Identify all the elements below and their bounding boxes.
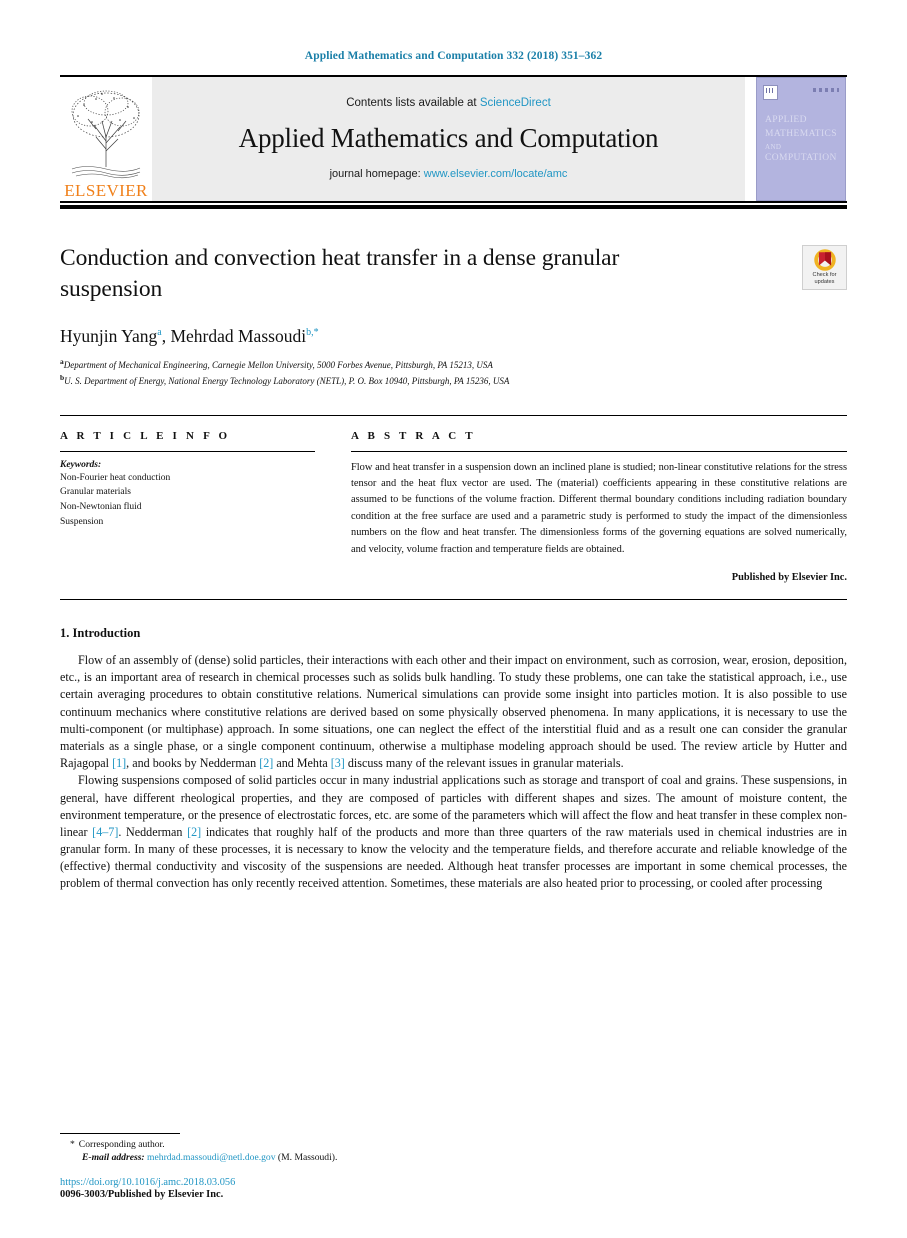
journal-masthead: ELSEVIER Contents lists available at Sci… [60,77,847,201]
masthead-center-panel: Contents lists available at ScienceDirec… [152,77,745,201]
author-1-name: Hyunjin Yang [60,325,158,346]
corresponding-author-star: * [70,1139,75,1150]
citation-link-1[interactable]: [1] [112,756,126,770]
body-paragraph-2: Flowing suspensions composed of solid pa… [60,772,847,892]
citation-link-2[interactable]: [2] [259,756,273,770]
citation-link-4[interactable]: [4–7] [92,825,118,839]
crossmark-label-line2: updates [814,278,835,285]
journal-homepage-link[interactable]: www.elsevier.com/locate/amc [424,168,568,180]
author-2-name: Mehrdad Massoudi [170,325,307,346]
affiliation-a: aDepartment of Mechanical Engineering, C… [60,356,847,373]
abstract-rule [351,450,847,452]
cover-elsevier-icon [763,85,778,100]
abstract-text: Flow and heat transfer in a suspension d… [351,461,847,555]
masthead-thick-rule [60,205,847,209]
par1-text-a: Flow of an assembly of (dense) solid par… [60,653,847,771]
contents-prefix: Contents lists available at [346,96,477,109]
cover-line-2: MATHEMATICS [765,128,837,139]
journal-title: Applied Mathematics and Computation [238,122,659,153]
contents-available-line: Contents lists available at ScienceDirec… [346,97,551,109]
keyword-item: Non-Newtonian fluid [60,501,142,512]
homepage-prefix: journal homepage: [329,167,421,180]
masthead-bottom-rule [60,201,847,203]
elsevier-tree-icon [71,90,141,179]
elsevier-wordmark: ELSEVIER [64,181,148,200]
email-note: E-mail address: mehrdad.massoudi@netl.do… [60,1152,847,1163]
abstract-heading: A B S T R A C T [351,429,476,442]
cover-journal-title: APPLIED MATHEMATICS AND COMPUTATION [765,114,839,165]
title-block: Conduction and convection heat transfer … [60,243,847,389]
paper-page: Applied Mathematics and Computation 332 … [0,0,907,1238]
email-owner: (M. Massoudi). [277,1152,338,1163]
doi-link[interactable]: https://doi.org/10.1016/j.amc.2018.03.05… [60,1177,847,1188]
par1-text-b: , and books by Nedderman [126,756,260,771]
cover-image: APPLIED MATHEMATICS AND COMPUTATION [756,77,846,201]
citation-link-5[interactable]: [2] [187,825,201,839]
sciencedirect-link[interactable]: ScienceDirect [480,97,551,109]
elsevier-logo: ELSEVIER [60,77,152,201]
cover-line-1: APPLIED [765,115,807,125]
article-info-column: A R T I C L E I N F O Keywords: Non-Four… [60,430,315,584]
abstract-published-by: Published by Elsevier Inc. [731,572,847,584]
journal-cover-thumbnail: APPLIED MATHEMATICS AND COMPUTATION [755,77,847,201]
issn-publisher-line: 0096-3003/Published by Elsevier Inc. [60,1189,224,1200]
author-list: Hyunjin Yanga, Mehrdad Massoudib,* [60,326,847,347]
page-title: Conduction and convection heat transfer … [60,245,620,303]
body-paragraph-1: Flow of an assembly of (dense) solid par… [60,652,847,772]
affiliation-a-text: Department of Mechanical Engineering, Ca… [63,359,493,370]
keyword-item: Non-Fourier heat conduction [60,472,171,483]
affiliation-b: bU. S. Department of Energy, National En… [60,372,847,389]
keywords-label: Keywords: [60,459,102,470]
info-abstract-section: A R T I C L E I N F O Keywords: Non-Four… [60,414,847,584]
article-info-heading: A R T I C L E I N F O [60,429,231,442]
par1-text-c: and Mehta [273,756,331,771]
author-2[interactable]: Mehrdad Massoudib,* [170,326,318,346]
cover-barcode-icon [813,88,839,92]
section-heading-introduction: 1. Introduction [60,626,141,641]
citation-link-3[interactable]: [3] [331,756,345,770]
corresponding-author-note: * Corresponding author. [60,1139,847,1150]
author-1[interactable]: Hyunjin Yanga [60,326,162,346]
keyword-item: Granular materials [60,487,131,498]
email-link[interactable]: mehrdad.massoudi@netl.doe.gov [147,1152,275,1163]
journal-homepage-line: journal homepage: www.elsevier.com/locat… [330,168,568,180]
crossmark-icon [813,249,836,271]
keyword-item: Suspension [60,516,104,527]
cover-line-3: AND [765,142,782,151]
corresponding-author-text: Corresponding author. [78,1139,165,1150]
running-head: Applied Mathematics and Computation 332 … [304,50,603,62]
abstract-column: A B S T R A C T Flow and heat transfer i… [351,429,847,584]
cover-line-4: COMPUTATION [765,152,837,163]
par2-text-b: . Nedderman [118,824,188,839]
crossmark-badge[interactable]: Check for updates [802,245,847,290]
par1-text-d: discuss many of the relevant issues in g… [344,756,624,771]
info-abstract-bottom-rule [60,599,847,601]
affiliation-list: aDepartment of Mechanical Engineering, C… [60,356,847,389]
affiliation-b-text: U. S. Department of Energy, National Ene… [64,376,510,386]
article-info-rule [60,450,315,452]
page-footer: * Corresponding author. E-mail address: m… [60,1133,847,1200]
email-label: E-mail address: [82,1152,145,1163]
crossmark-label-line1: Check for [812,272,837,278]
footer-rule [60,1133,180,1134]
crossmark-label: Check for updates [813,272,837,286]
author-2-marks: b,* [306,326,319,338]
